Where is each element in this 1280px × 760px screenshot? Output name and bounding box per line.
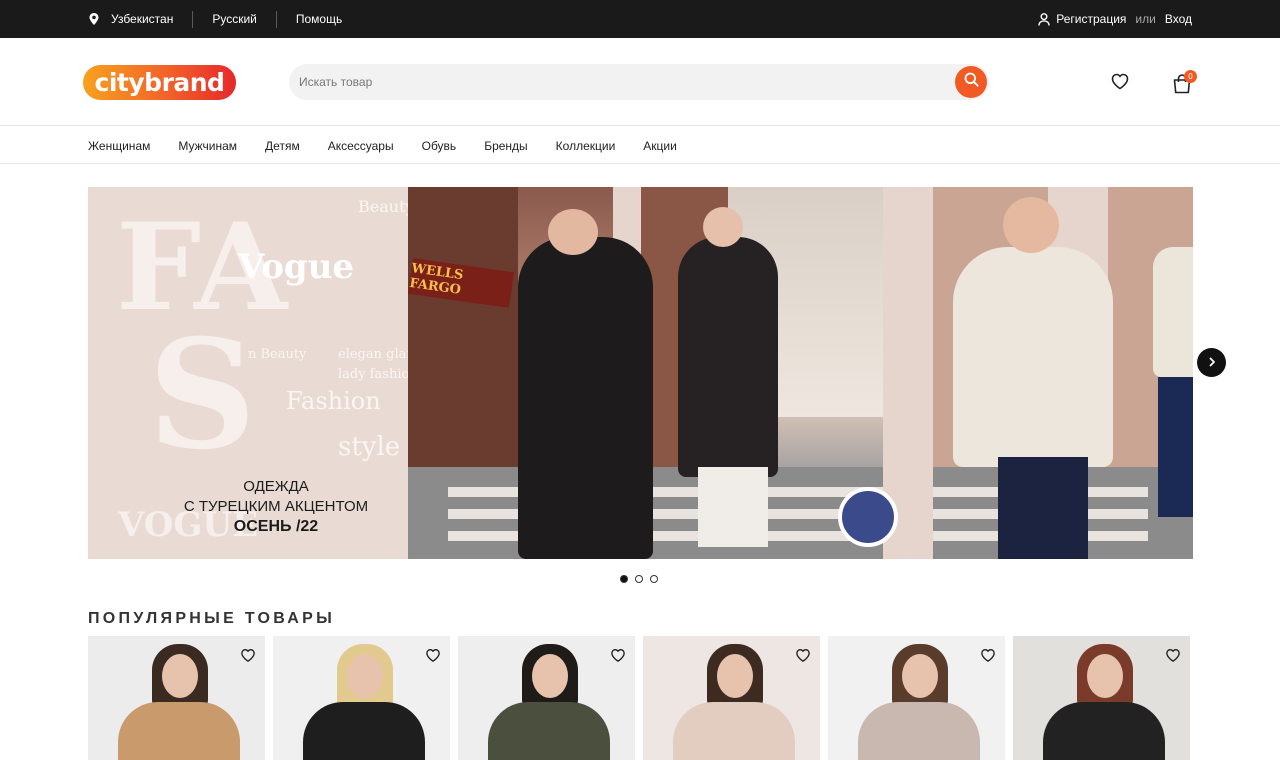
search-icon <box>964 72 979 92</box>
product-image <box>673 702 795 760</box>
divider <box>275 10 277 28</box>
product-image <box>902 654 938 698</box>
search-input[interactable] <box>299 64 939 100</box>
product-image <box>1087 654 1123 698</box>
heart-icon <box>609 648 627 668</box>
slider-dot-1[interactable] <box>620 575 628 583</box>
product-image <box>303 702 425 760</box>
banner-caption: ОДЕЖДА С ТУРЕЦКИМ АКЦЕНТОМ ОСЕНЬ /22 <box>176 477 376 537</box>
top-bar: Узбекистан Русский Помощь Регистрация ил… <box>0 0 1280 38</box>
banner-line-1: ОДЕЖДА <box>243 478 309 495</box>
product-image <box>1043 702 1165 760</box>
product-card[interactable] <box>458 636 635 760</box>
product-favorite-button[interactable] <box>609 646 627 664</box>
product-image <box>347 654 383 698</box>
header: citybrand 0 <box>0 38 1280 126</box>
nav-item-brands[interactable]: Бренды <box>484 139 527 153</box>
collage-word: lady fashion <box>338 367 418 382</box>
product-image <box>858 702 980 760</box>
nav-item-shoes[interactable]: Обувь <box>422 139 457 153</box>
nav-item-kids[interactable]: Детям <box>265 139 300 153</box>
nav-item-accessories[interactable]: Аксессуары <box>328 139 394 153</box>
banner-line-3: ОСЕНЬ /22 <box>233 518 319 535</box>
slider-dot-2[interactable] <box>635 575 643 583</box>
or-text: или <box>1135 12 1156 26</box>
collage-word: S <box>148 307 257 483</box>
product-image <box>162 654 198 698</box>
cart-count-badge: 0 <box>1184 70 1197 83</box>
help-link[interactable]: Помощь <box>296 12 342 26</box>
divider <box>192 10 194 28</box>
register-link[interactable]: Регистрация <box>1056 12 1126 26</box>
auth-links: Регистрация или Вход <box>1038 0 1192 38</box>
search-button[interactable] <box>955 66 987 98</box>
heart-icon <box>1109 73 1131 96</box>
product-card[interactable] <box>1013 636 1190 760</box>
nav-item-women[interactable]: Женщинам <box>88 139 150 153</box>
collage-word: n Beauty <box>248 347 307 362</box>
collage-word: elegan glam <box>338 347 419 362</box>
logo[interactable]: citybrand <box>83 65 236 100</box>
main-nav: Женщинам Мужчинам Детям Аксессуары Обувь… <box>0 127 1280 164</box>
product-image <box>532 654 568 698</box>
nav-item-sales[interactable]: Акции <box>643 139 677 153</box>
heart-icon <box>239 648 257 668</box>
collage-word: Vogue <box>238 247 355 287</box>
country-label: Узбекистан <box>111 12 174 26</box>
heart-icon <box>1164 648 1182 668</box>
nav-item-collections[interactable]: Коллекции <box>556 139 616 153</box>
nav-item-men[interactable]: Мужчинам <box>178 139 237 153</box>
wishlist-button[interactable] <box>1109 70 1131 92</box>
product-favorite-button[interactable] <box>239 646 257 664</box>
product-image <box>118 702 240 760</box>
product-card[interactable] <box>828 636 1005 760</box>
user-icon <box>1038 12 1050 26</box>
hero-banner[interactable]: FA S Vogue Beauty Fashion style elegan g… <box>88 187 1193 559</box>
banner-line-2: С ТУРЕЦКИМ АКЦЕНТОМ <box>183 498 369 515</box>
login-link[interactable]: Вход <box>1165 12 1192 26</box>
language-selector[interactable]: Русский <box>212 12 257 26</box>
product-card[interactable] <box>88 636 265 760</box>
product-favorite-button[interactable] <box>794 646 812 664</box>
slider-pagination <box>620 575 658 583</box>
location-pin-icon <box>89 13 99 25</box>
chevron-right-icon <box>1207 354 1217 372</box>
product-list <box>88 636 1190 760</box>
search-bar <box>289 64 989 100</box>
country-selector[interactable]: Узбекистан <box>89 12 173 26</box>
collage-word: style <box>338 432 401 462</box>
product-card[interactable] <box>643 636 820 760</box>
popular-products-title: ПОПУЛЯРНЫЕ ТОВАРЫ <box>88 610 336 627</box>
product-favorite-button[interactable] <box>1164 646 1182 664</box>
heart-icon <box>794 648 812 668</box>
heart-icon <box>979 648 997 668</box>
cart-button[interactable]: 0 <box>1171 69 1197 95</box>
banner-photo <box>408 187 1193 559</box>
heart-icon <box>424 648 442 668</box>
collage-word: Fashion <box>286 387 381 415</box>
product-image <box>488 702 610 760</box>
top-bar-left: Узбекистан Русский Помощь <box>89 0 342 38</box>
banner-next-button[interactable] <box>1197 348 1226 377</box>
product-card[interactable] <box>273 636 450 760</box>
product-favorite-button[interactable] <box>979 646 997 664</box>
product-favorite-button[interactable] <box>424 646 442 664</box>
collage-word: Beauty <box>358 197 415 216</box>
product-image <box>717 654 753 698</box>
slider-dot-3[interactable] <box>650 575 658 583</box>
